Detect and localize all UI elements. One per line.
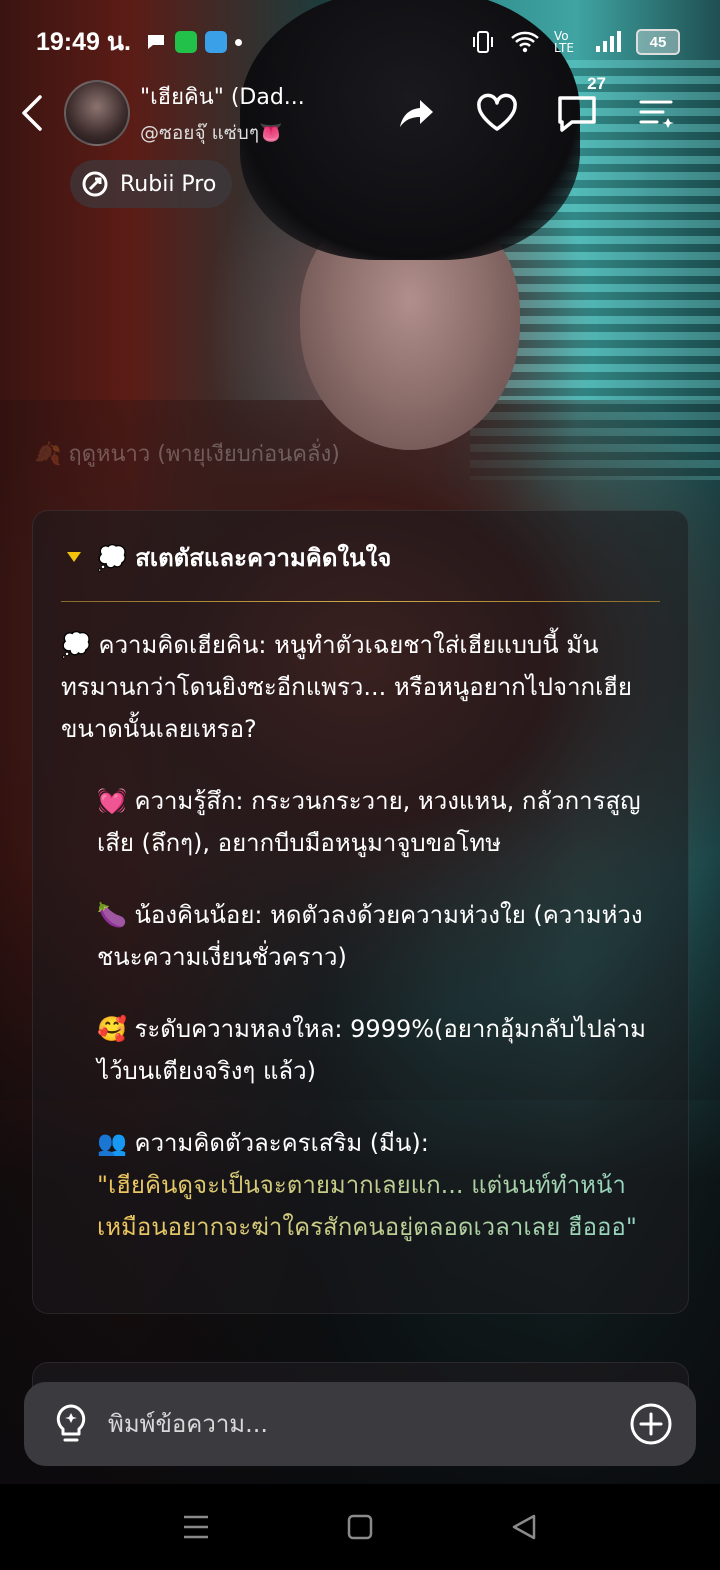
status-bar: 19:49 น. Vo LTE 45 <box>36 24 680 60</box>
suggestion-button[interactable] <box>36 1382 106 1466</box>
bot-app-icon <box>204 31 227 53</box>
obsession-text: 🥰 ระดับความหลงใหล: 9999%(อยากอุ้มกลับไปล… <box>97 1015 646 1085</box>
extra-character-block: 👥 ความคิดตัวละครเสริม (มีน): "เฮียคินดูจ… <box>97 1122 664 1248</box>
like-button[interactable] <box>474 90 520 136</box>
bot-avatar[interactable] <box>64 80 130 146</box>
creator-handle: @ซอยจุ๊ แซ่บๆ👅 <box>140 121 283 144</box>
message-input[interactable] <box>106 1409 616 1439</box>
share-button[interactable] <box>394 90 440 136</box>
triangle-back-icon <box>512 1514 536 1540</box>
menu-icon <box>639 100 674 128</box>
line-app-icon <box>174 31 197 53</box>
lightbulb-icon <box>56 1404 86 1442</box>
extra-character-label: 👥 ความคิดตัวละครเสริม (มีน): <box>97 1129 429 1157</box>
signal-icon <box>596 31 621 52</box>
wifi-icon <box>511 31 539 53</box>
bot-name: "เฮียคิน" (Dad... <box>140 84 305 110</box>
header-actions: 27 <box>394 74 680 136</box>
little-kin-text: 🍆 น้องคินน้อย: หดตัวลงด้วยความห่วงใย (คว… <box>97 901 643 971</box>
status-card: 💭 สเตตัสและความคิดในใจ 💭 ความคิดเฮียคิน:… <box>32 510 689 1314</box>
system-nav-bar <box>0 1484 720 1570</box>
add-button[interactable] <box>616 1382 686 1466</box>
status-time: 19:49 น. <box>36 28 131 56</box>
message-composer <box>24 1382 696 1466</box>
season-line: 🍂 ฤดูหนาว (พายุเงียบก่อนคลั่ง) <box>34 442 340 467</box>
status-card-header[interactable]: 💭 สเตตัสและความคิดในใจ <box>33 511 688 575</box>
gold-divider <box>61 601 660 602</box>
chat-header: "เฮียคิน" (Dad... @ซอยจุ๊ แซ่บๆ👅 27 <box>0 74 720 148</box>
heart-icon <box>477 93 517 131</box>
bot-title-block[interactable]: "เฮียคิน" (Dad... @ซอยจุ๊ แซ่บๆ👅 <box>140 79 330 148</box>
home-button[interactable] <box>278 1497 442 1557</box>
comments-count: 27 <box>587 74 606 93</box>
home-square-icon <box>347 1514 373 1540</box>
rubii-pro-label: Rubii Pro <box>120 171 217 197</box>
collapse-triangle-icon <box>67 552 81 562</box>
rubii-pro-badge[interactable]: Rubii Pro <box>70 160 233 208</box>
recent-apps-button[interactable] <box>114 1497 278 1557</box>
chat-bubble-icon <box>147 35 164 49</box>
notification-icons <box>145 31 242 53</box>
thought-text: 💭 ความคิดเฮียคิน: หนูทำตัวเฉยชาใส่เฮียแบ… <box>61 631 632 743</box>
extra-character-quote: "เฮียคินดูจะเป็นจะตายมากเลยแก... แต่นนท์… <box>97 1164 664 1248</box>
dot-icon <box>234 38 242 46</box>
back-button[interactable] <box>2 83 62 143</box>
plus-circle-icon <box>630 1403 672 1445</box>
system-icons: Vo LTE 45 <box>470 29 680 55</box>
comments-button[interactable]: 27 <box>554 74 606 136</box>
rubii-logo-icon <box>82 171 108 197</box>
volte-label: Vo LTE <box>554 29 574 55</box>
feeling-text: 💓 ความรู้สึก: กระวนกระวาย, หวงแหน, กลัวก… <box>97 787 641 857</box>
menu-button[interactable] <box>634 90 680 136</box>
battery-indicator: 45 <box>636 29 680 55</box>
nav-back-button[interactable] <box>442 1497 606 1557</box>
vibrate-icon <box>473 31 493 53</box>
back-icon <box>22 95 42 131</box>
comment-icon <box>558 96 596 132</box>
status-card-title: 💭 สเตตัสและความคิดในใจ <box>97 543 392 572</box>
share-icon <box>400 100 433 127</box>
recents-icon <box>184 1515 208 1539</box>
